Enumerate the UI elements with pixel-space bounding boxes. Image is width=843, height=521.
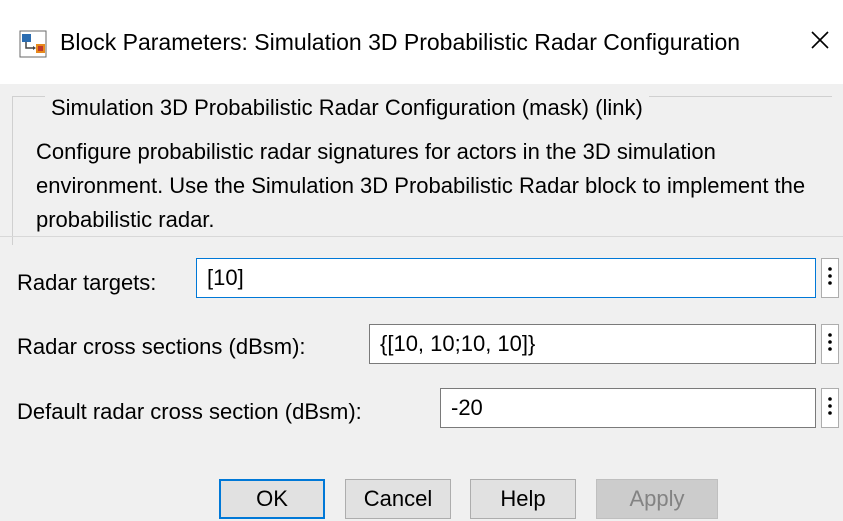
more-options-icon xyxy=(828,266,832,290)
dialog-body: Simulation 3D Probabilistic Radar Config… xyxy=(0,84,843,521)
radar-targets-input[interactable] xyxy=(196,258,816,298)
group-legend: Simulation 3D Probabilistic Radar Config… xyxy=(45,95,649,121)
window-title: Block Parameters: Simulation 3D Probabil… xyxy=(60,29,741,55)
radar-targets-menu-button[interactable] xyxy=(821,258,839,298)
ok-button[interactable]: OK xyxy=(219,479,325,519)
title-bar[interactable]: Block Parameters: Simulation 3D Probabil… xyxy=(0,0,843,84)
section-divider xyxy=(0,236,843,237)
apply-button[interactable]: Apply xyxy=(596,479,718,519)
radar-targets-label: Radar targets: xyxy=(17,270,157,295)
close-icon xyxy=(810,30,830,55)
mask-description-group: Simulation 3D Probabilistic Radar Config… xyxy=(12,95,832,245)
more-options-icon xyxy=(828,396,832,420)
cancel-button[interactable]: Cancel xyxy=(345,479,451,519)
default-radar-cross-section-menu-button[interactable] xyxy=(821,388,839,428)
close-button[interactable] xyxy=(800,22,840,62)
radar-cross-sections-label: Radar cross sections (dBsm): xyxy=(17,334,306,359)
radar-cross-sections-input[interactable] xyxy=(369,324,816,364)
block-description: Configure probabilistic radar signatures… xyxy=(36,139,806,232)
simulink-block-icon xyxy=(19,30,47,58)
more-options-icon xyxy=(828,332,832,356)
help-button[interactable]: Help xyxy=(470,479,576,519)
default-radar-cross-section-input[interactable] xyxy=(440,388,816,428)
block-parameters-dialog: Block Parameters: Simulation 3D Probabil… xyxy=(0,0,843,521)
default-radar-cross-section-label: Default radar cross section (dBsm): xyxy=(17,399,362,424)
radar-cross-sections-menu-button[interactable] xyxy=(821,324,839,364)
